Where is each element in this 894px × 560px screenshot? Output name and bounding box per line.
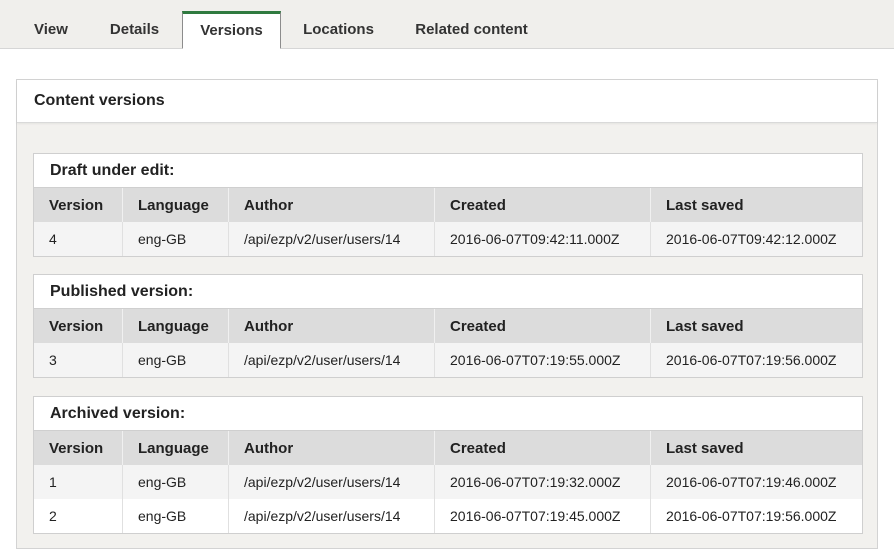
cell-language: eng-GB <box>122 499 229 533</box>
draft-section: Draft under edit: Version Language Autho… <box>33 153 863 257</box>
cell-version: 2 <box>34 499 123 533</box>
column-header-version: Version <box>34 309 123 343</box>
column-header-author: Author <box>228 431 435 465</box>
tab-locations[interactable]: Locations <box>290 11 387 48</box>
archived-section: Archived version: Version Language Autho… <box>33 396 863 534</box>
cell-language: eng-GB <box>122 343 229 377</box>
cell-version: 3 <box>34 343 123 377</box>
table-row[interactable]: 3 eng-GB /api/ezp/v2/user/users/14 2016-… <box>34 343 862 377</box>
column-header-version: Version <box>34 188 123 222</box>
cell-version: 1 <box>34 465 123 499</box>
table-row[interactable]: 4 eng-GB /api/ezp/v2/user/users/14 2016-… <box>34 222 862 256</box>
column-header-language: Language <box>122 309 229 343</box>
cell-last-saved: 2016-06-07T07:19:46.000Z <box>650 465 862 499</box>
cell-language: eng-GB <box>122 465 229 499</box>
tab-related-content[interactable]: Related content <box>400 11 543 48</box>
table-row[interactable]: 1 eng-GB /api/ezp/v2/user/users/14 2016-… <box>34 465 862 499</box>
cell-author: /api/ezp/v2/user/users/14 <box>228 465 435 499</box>
column-header-author: Author <box>228 309 435 343</box>
table-header-row: Version Language Author Created Last sav… <box>34 309 862 343</box>
cell-author: /api/ezp/v2/user/users/14 <box>228 343 435 377</box>
column-header-version: Version <box>34 431 123 465</box>
column-header-created: Created <box>434 309 651 343</box>
cell-language: eng-GB <box>122 222 229 256</box>
versions-table: Version Language Author Created Last sav… <box>34 188 862 256</box>
cell-last-saved: 2016-06-07T07:19:56.000Z <box>650 499 862 533</box>
column-header-author: Author <box>228 188 435 222</box>
published-section: Published version: Version Language Auth… <box>33 274 863 378</box>
tab-versions[interactable]: Versions <box>182 11 281 49</box>
cell-author: /api/ezp/v2/user/users/14 <box>228 499 435 533</box>
tab-view[interactable]: View <box>17 11 85 48</box>
section-title: Archived version: <box>34 397 862 431</box>
panel-title: Content versions <box>17 80 877 123</box>
cell-created: 2016-06-07T07:19:32.000Z <box>434 465 651 499</box>
cell-last-saved: 2016-06-07T07:19:56.000Z <box>650 343 862 377</box>
section-title: Published version: <box>34 275 862 309</box>
column-header-created: Created <box>434 188 651 222</box>
cell-created: 2016-06-07T09:42:11.000Z <box>434 222 651 256</box>
column-header-language: Language <box>122 431 229 465</box>
cell-last-saved: 2016-06-07T09:42:12.000Z <box>650 222 862 256</box>
column-header-last-saved: Last saved <box>650 309 862 343</box>
column-header-language: Language <box>122 188 229 222</box>
content-versions-panel: Content versions Draft under edit: Versi… <box>16 79 878 549</box>
cell-created: 2016-06-07T07:19:45.000Z <box>434 499 651 533</box>
cell-version: 4 <box>34 222 123 256</box>
column-header-last-saved: Last saved <box>650 431 862 465</box>
table-header-row: Version Language Author Created Last sav… <box>34 431 862 465</box>
versions-table: Version Language Author Created Last sav… <box>34 431 862 533</box>
cell-created: 2016-06-07T07:19:55.000Z <box>434 343 651 377</box>
tab-details[interactable]: Details <box>92 11 177 48</box>
table-row[interactable]: 2 eng-GB /api/ezp/v2/user/users/14 2016-… <box>34 499 862 533</box>
cell-author: /api/ezp/v2/user/users/14 <box>228 222 435 256</box>
versions-table: Version Language Author Created Last sav… <box>34 309 862 377</box>
section-title: Draft under edit: <box>34 154 862 188</box>
tab-bar: View Details Versions Locations Related … <box>0 0 894 49</box>
column-header-last-saved: Last saved <box>650 188 862 222</box>
column-header-created: Created <box>434 431 651 465</box>
table-header-row: Version Language Author Created Last sav… <box>34 188 862 222</box>
